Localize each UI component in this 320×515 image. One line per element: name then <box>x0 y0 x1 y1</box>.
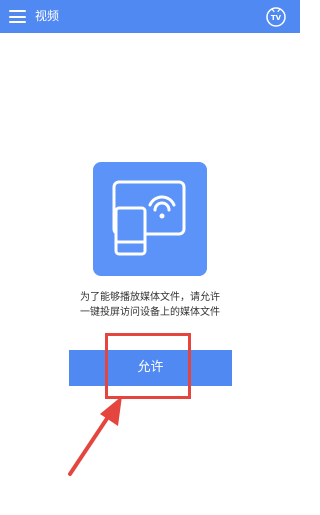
permission-message: 为了能够播放媒体文件，请允许 一键投屏访问设备上的媒体文件 <box>40 290 260 320</box>
screen-cast-icon <box>112 180 186 256</box>
permission-message-line1: 为了能够播放媒体文件，请允许 <box>80 292 220 303</box>
tv-icon: TV <box>266 7 286 27</box>
tv-icon-label: TV <box>271 14 282 22</box>
hamburger-menu-icon <box>9 10 26 12</box>
permission-message-line2: 一键投屏访问设备上的媒体文件 <box>80 307 220 318</box>
menu-button[interactable] <box>9 9 26 24</box>
pointer-arrow-icon <box>68 396 122 476</box>
screen-cast-illustration <box>93 162 207 276</box>
tv-button[interactable]: TV <box>265 6 287 28</box>
page-title: 视频 <box>35 9 60 23</box>
app-bar: 视频 TV <box>0 0 300 33</box>
highlight-box <box>105 333 191 399</box>
